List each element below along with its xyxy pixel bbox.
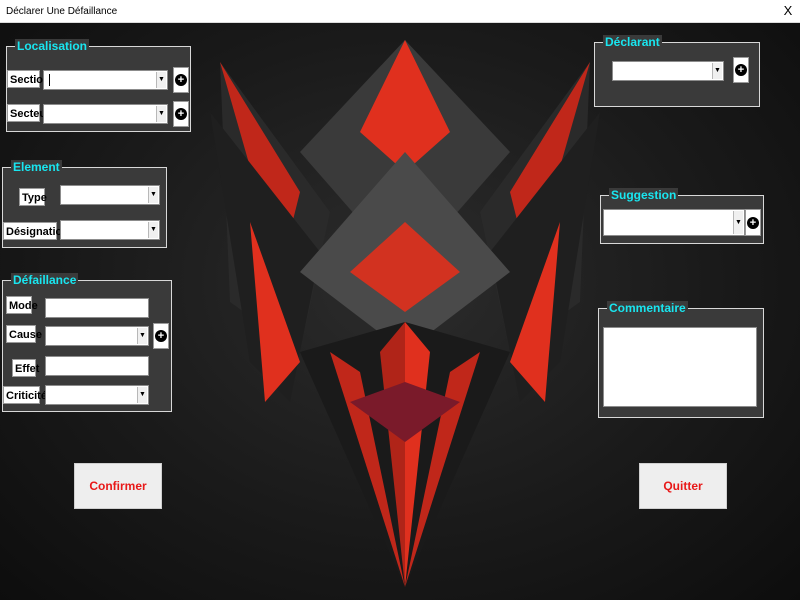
cause-combo[interactable]: ▼: [45, 326, 149, 346]
plus-circle-icon: +: [735, 64, 747, 76]
add-declarant-button[interactable]: +: [733, 57, 749, 83]
criticite-label: Criticité: [3, 386, 47, 404]
effet-field[interactable]: [45, 356, 149, 376]
quit-button[interactable]: Quitter: [639, 463, 727, 509]
plus-circle-icon: +: [155, 330, 167, 342]
close-icon[interactable]: X: [780, 3, 796, 19]
defaillance-legend: Défaillance: [11, 273, 79, 287]
form-body: Localisation Section ▼ + Secteur ▼ + Ele…: [0, 22, 800, 600]
designation-label: Désignation: [3, 222, 69, 240]
add-suggestion-button[interactable]: +: [745, 209, 761, 236]
type-label: Type: [19, 188, 47, 206]
localisation-frame: Localisation Section ▼ + Secteur ▼ +: [6, 39, 191, 132]
secteur-label: Secteur: [7, 104, 50, 122]
secteur-combo[interactable]: ▼: [43, 104, 168, 124]
declarant-legend: Déclarant: [603, 35, 662, 49]
chevron-down-icon[interactable]: ▼: [156, 106, 166, 122]
criticite-combo[interactable]: ▼: [45, 385, 149, 405]
add-cause-button[interactable]: +: [153, 323, 169, 349]
plus-circle-icon: +: [747, 216, 759, 229]
confirm-button[interactable]: Confirmer: [74, 463, 162, 509]
chevron-down-icon[interactable]: ▼: [137, 328, 147, 344]
add-section-button[interactable]: +: [173, 67, 189, 93]
effet-label: Effet: [12, 359, 39, 377]
chevron-down-icon[interactable]: ▼: [156, 72, 166, 88]
add-secteur-button[interactable]: +: [173, 101, 189, 127]
element-frame: Element Type ▼ Désignation ▼: [2, 160, 167, 248]
chevron-down-icon[interactable]: ▼: [733, 211, 743, 234]
defaillance-frame: Défaillance Mode Cause ▼ + Effet Critici…: [2, 273, 172, 412]
title-bar: Déclarer Une Défaillance X: [0, 0, 800, 23]
designation-combo[interactable]: ▼: [60, 220, 160, 240]
chevron-down-icon[interactable]: ▼: [137, 387, 147, 403]
mode-field[interactable]: [45, 298, 149, 318]
suggestion-frame: Suggestion ▼ +: [600, 188, 764, 244]
chevron-down-icon[interactable]: ▼: [148, 222, 158, 238]
plus-circle-icon: +: [175, 74, 187, 86]
declarant-combo[interactable]: ▼: [612, 61, 724, 81]
text-caret: [49, 74, 50, 86]
window-title: Déclarer Une Défaillance: [6, 6, 118, 17]
section-label: Section: [7, 70, 50, 88]
plus-circle-icon: +: [175, 108, 187, 120]
localisation-legend: Localisation: [15, 39, 90, 53]
suggestion-combo[interactable]: ▼: [603, 209, 745, 236]
suggestion-legend: Suggestion: [609, 188, 679, 202]
commentaire-legend: Commentaire: [607, 301, 688, 315]
declarant-frame: Déclarant ▼ +: [594, 35, 760, 107]
chevron-down-icon[interactable]: ▼: [712, 63, 722, 79]
type-combo[interactable]: ▼: [60, 185, 160, 205]
mode-label: Mode: [6, 296, 38, 314]
cause-label: Cause: [6, 325, 42, 343]
chevron-down-icon[interactable]: ▼: [148, 187, 158, 203]
commentaire-textarea[interactable]: [603, 327, 757, 407]
commentaire-frame: Commentaire: [598, 301, 764, 418]
element-legend: Element: [11, 160, 62, 174]
section-combo[interactable]: ▼: [43, 70, 168, 90]
